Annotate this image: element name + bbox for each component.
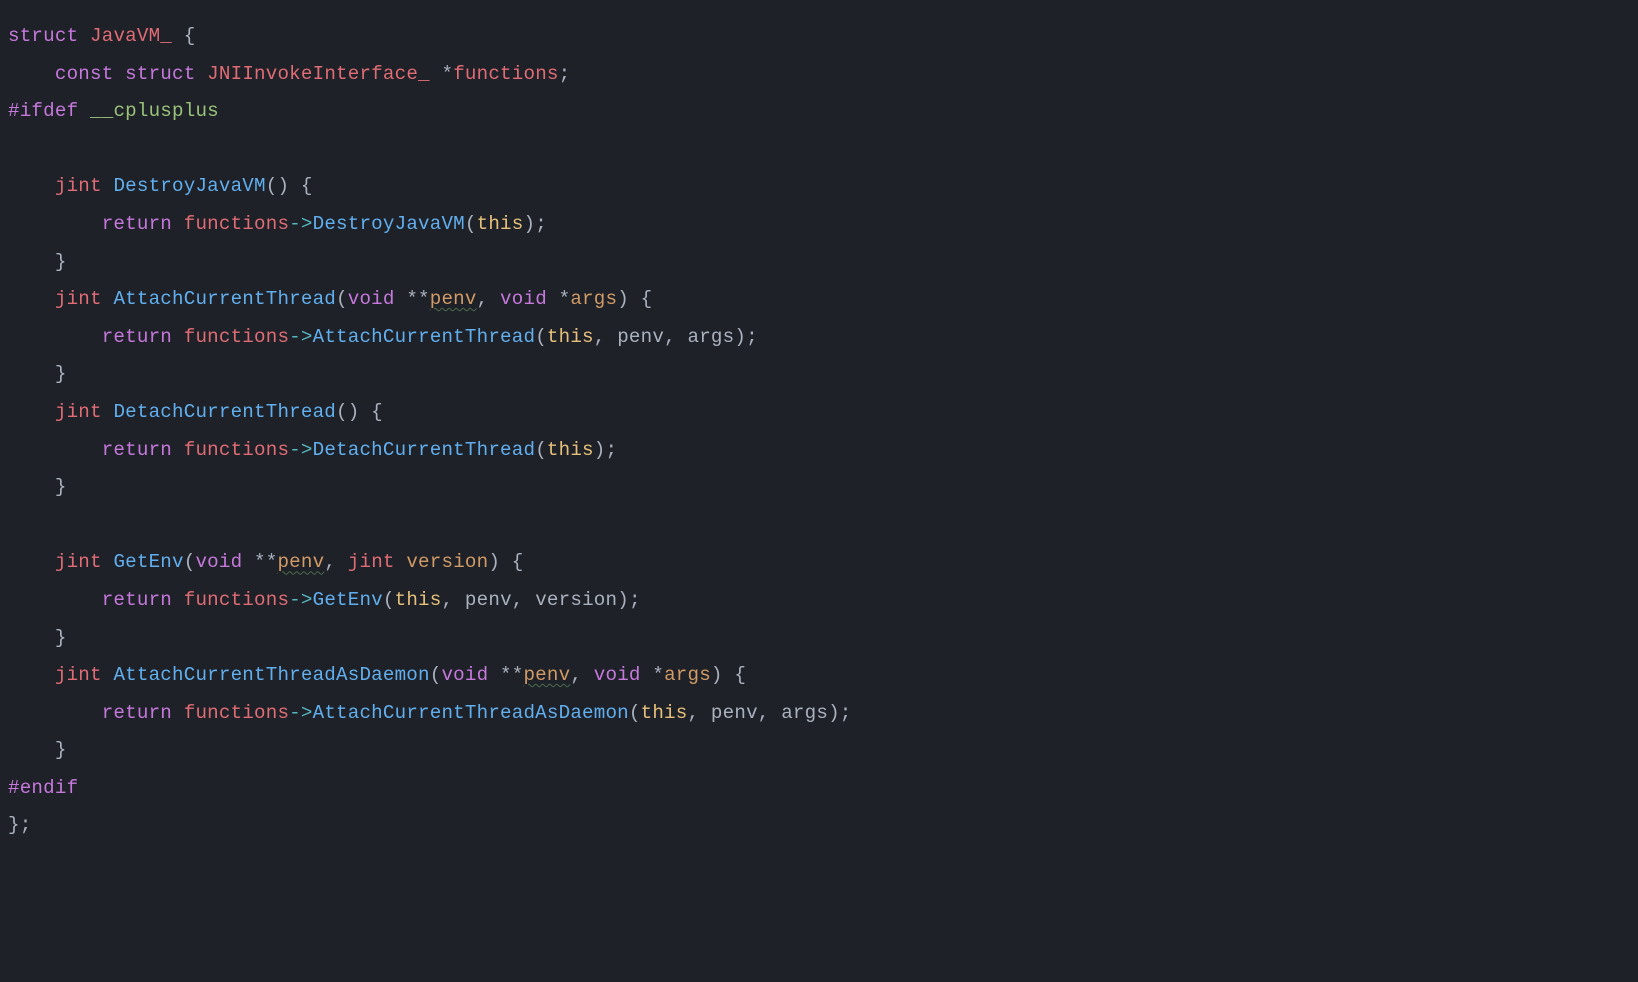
code-line[interactable]: return functions->AttachCurrentThread(th… — [8, 326, 758, 348]
semicolon: ; — [559, 63, 571, 85]
code-line[interactable]: }; — [8, 814, 31, 836]
double-star: ** — [254, 551, 277, 573]
arg-args: args — [781, 702, 828, 724]
code-line[interactable]: const struct JNIInvokeInterface_ *functi… — [8, 63, 570, 85]
keyword-void: void — [348, 288, 395, 310]
type-jint: jint — [55, 551, 102, 573]
code-line[interactable]: jint AttachCurrentThreadAsDaemon(void **… — [8, 664, 746, 686]
fn-AttachCurrentThread-call: AttachCurrentThread — [313, 326, 536, 348]
code-line[interactable]: } — [8, 476, 67, 498]
keyword-void: void — [594, 664, 641, 686]
fn-AttachCurrentThreadAsDaemon-call: AttachCurrentThreadAsDaemon — [313, 702, 629, 724]
type-jint: jint — [348, 551, 395, 573]
keyword-void: void — [195, 551, 242, 573]
param-penv: penv — [523, 664, 570, 686]
op-arrow: -> — [289, 439, 312, 461]
fn-DestroyJavaVM-call: DestroyJavaVM — [313, 213, 465, 235]
code-line[interactable]: } — [8, 363, 67, 385]
code-line-blank[interactable] — [8, 514, 20, 536]
type-jint: jint — [55, 401, 102, 423]
pp-macro-cplusplus: __cplusplus — [90, 100, 219, 122]
code-editor-content[interactable]: struct JavaVM_ { const struct JNIInvokeI… — [0, 0, 1638, 853]
brace-close: } — [55, 739, 67, 761]
code-line[interactable]: #ifdef __cplusplus — [8, 100, 219, 122]
keyword-return: return — [102, 702, 172, 724]
brace-close-semi: }; — [8, 814, 31, 836]
code-line[interactable]: return functions->DetachCurrentThread(th… — [8, 439, 617, 461]
brace-close: } — [55, 363, 67, 385]
code-line-blank[interactable] — [8, 138, 20, 160]
type-jint: jint — [55, 175, 102, 197]
code-line[interactable]: } — [8, 739, 67, 761]
type-JNIInvokeInterface_: JNIInvokeInterface_ — [207, 63, 430, 85]
code-line[interactable]: jint DetachCurrentThread() { — [8, 401, 383, 423]
code-line[interactable]: } — [8, 251, 67, 273]
double-star: ** — [406, 288, 429, 310]
ident-functions: functions — [184, 702, 289, 724]
type-JavaVM_: JavaVM_ — [90, 25, 172, 47]
code-line[interactable]: jint DestroyJavaVM() { — [8, 175, 313, 197]
double-star: ** — [500, 664, 523, 686]
pp-ifdef: #ifdef — [8, 100, 78, 122]
keyword-this: this — [547, 326, 594, 348]
ident-functions: functions — [453, 63, 558, 85]
arg-penv: penv — [617, 326, 664, 348]
brace-close: } — [55, 251, 67, 273]
keyword-this: this — [547, 439, 594, 461]
brace-close: } — [55, 476, 67, 498]
ident-functions: functions — [184, 326, 289, 348]
keyword-void: void — [500, 288, 547, 310]
star: * — [559, 288, 571, 310]
param-penv: penv — [430, 288, 477, 310]
code-line[interactable]: struct JavaVM_ { — [8, 25, 195, 47]
pp-endif: #endif — [8, 777, 78, 799]
keyword-const: const — [55, 63, 114, 85]
keyword-return: return — [102, 589, 172, 611]
keyword-this: this — [477, 213, 524, 235]
fn-GetEnv: GetEnv — [113, 551, 183, 573]
star: * — [441, 63, 453, 85]
type-jint: jint — [55, 288, 102, 310]
code-line[interactable]: jint AttachCurrentThread(void **penv, vo… — [8, 288, 652, 310]
ident-functions: functions — [184, 589, 289, 611]
op-arrow: -> — [289, 213, 312, 235]
code-line[interactable]: jint GetEnv(void **penv, jint version) { — [8, 551, 524, 573]
code-line[interactable]: return functions->DestroyJavaVM(this); — [8, 213, 547, 235]
code-line[interactable]: return functions->GetEnv(this, penv, ver… — [8, 589, 641, 611]
code-line[interactable]: return functions->AttachCurrentThreadAsD… — [8, 702, 852, 724]
param-penv: penv — [277, 551, 324, 573]
keyword-this: this — [395, 589, 442, 611]
fn-DetachCurrentThread: DetachCurrentThread — [113, 401, 336, 423]
fn-GetEnv-call: GetEnv — [313, 589, 383, 611]
op-arrow: -> — [289, 326, 312, 348]
keyword-void: void — [441, 664, 488, 686]
fn-DestroyJavaVM: DestroyJavaVM — [113, 175, 265, 197]
code-line[interactable]: } — [8, 627, 67, 649]
keyword-return: return — [102, 439, 172, 461]
brace-close: } — [55, 627, 67, 649]
arg-penv: penv — [465, 589, 512, 611]
keyword-this: this — [641, 702, 688, 724]
keyword-return: return — [102, 213, 172, 235]
keyword-struct: struct — [8, 25, 78, 47]
star: * — [652, 664, 664, 686]
arg-version: version — [535, 589, 617, 611]
param-version: version — [406, 551, 488, 573]
ident-functions: functions — [184, 439, 289, 461]
op-arrow: -> — [289, 589, 312, 611]
fn-AttachCurrentThreadAsDaemon: AttachCurrentThreadAsDaemon — [113, 664, 429, 686]
ident-functions: functions — [184, 213, 289, 235]
param-args: args — [664, 664, 711, 686]
type-jint: jint — [55, 664, 102, 686]
code-line[interactable]: #endif — [8, 777, 78, 799]
arg-penv: penv — [711, 702, 758, 724]
keyword-struct: struct — [125, 63, 195, 85]
op-arrow: -> — [289, 702, 312, 724]
keyword-return: return — [102, 326, 172, 348]
fn-AttachCurrentThread: AttachCurrentThread — [113, 288, 336, 310]
param-args: args — [570, 288, 617, 310]
arg-args: args — [688, 326, 735, 348]
fn-DetachCurrentThread-call: DetachCurrentThread — [313, 439, 536, 461]
brace-open: { — [184, 25, 196, 47]
